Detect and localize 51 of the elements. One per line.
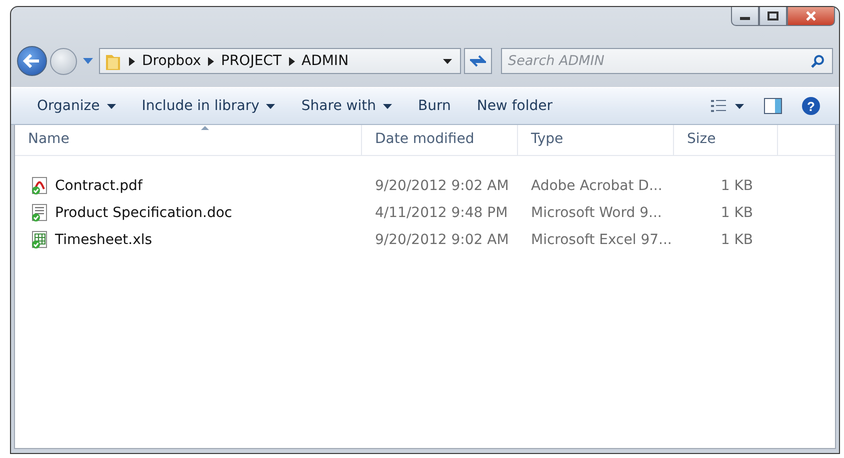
column-header[interactable]: Date modified <box>362 125 518 155</box>
maximize-button[interactable] <box>759 7 787 26</box>
toolbar-button[interactable]: Include in library <box>130 94 288 118</box>
search-field[interactable]: Search ADMIN <box>501 48 833 74</box>
file-type: Microsoft Word 9... <box>531 204 662 220</box>
minimize-button[interactable] <box>731 7 759 26</box>
toolbar-button[interactable]: New folder <box>464 94 564 118</box>
help-button[interactable]: ? <box>793 93 829 119</box>
file-name[interactable]: Product Specification.doc <box>55 204 232 220</box>
back-arrow-icon <box>23 54 41 68</box>
toolbar-button[interactable]: Burn <box>406 94 463 118</box>
caret-icon <box>106 104 116 108</box>
forward-button[interactable] <box>50 48 77 74</box>
dropdown-arrow-icon[interactable] <box>443 58 452 64</box>
caret-icon <box>382 104 392 108</box>
column-header[interactable]: Type <box>518 125 674 155</box>
file-type: Adobe Acrobat D... <box>531 178 662 194</box>
breadcrumb[interactable]: Dropbox <box>142 53 201 69</box>
document-file-icon <box>31 204 49 222</box>
chevron-icon[interactable] <box>208 56 214 66</box>
column-header[interactable]: Size <box>674 125 778 155</box>
pdf-file-icon <box>31 176 49 194</box>
chevron-icon[interactable] <box>288 56 294 66</box>
maximize-icon <box>767 11 779 21</box>
file-name[interactable]: Contract.pdf <box>55 178 142 194</box>
address-bar[interactable]: Dropbox PROJECT ADMIN <box>99 48 461 74</box>
breadcrumb[interactable]: PROJECT <box>221 53 282 69</box>
caret-icon <box>735 104 744 108</box>
breadcrumb[interactable]: ADMIN <box>302 53 349 69</box>
refresh-icon <box>469 55 487 67</box>
preview-pane-icon <box>764 98 782 114</box>
toolbar-button[interactable]: Organize <box>25 94 128 118</box>
close-icon <box>805 11 817 21</box>
file-size: 1 KB <box>720 232 753 248</box>
close-button[interactable] <box>787 7 835 26</box>
search-icon[interactable] <box>811 54 825 68</box>
date-modified: 4/11/2012 9:48 PM <box>375 204 508 220</box>
sort-arrow-icon <box>201 126 209 130</box>
back-button[interactable] <box>17 46 47 76</box>
chevron-icon[interactable] <box>129 56 135 66</box>
date-modified: 9/20/2012 9:02 AM <box>375 232 509 248</box>
toolbar-button[interactable]: Share with <box>289 94 404 118</box>
caret-icon <box>266 104 276 108</box>
file-type: Microsoft Excel 97... <box>531 232 672 248</box>
file-size: 1 KB <box>720 204 753 220</box>
spreadsheet-file-icon <box>31 230 49 248</box>
date-modified: 9/20/2012 9:02 AM <box>375 178 509 194</box>
refresh-button[interactable] <box>464 48 492 74</box>
list-view-icon <box>711 100 727 112</box>
file-size: 1 KB <box>720 178 753 194</box>
file-name[interactable]: Timesheet.xls <box>55 232 152 248</box>
